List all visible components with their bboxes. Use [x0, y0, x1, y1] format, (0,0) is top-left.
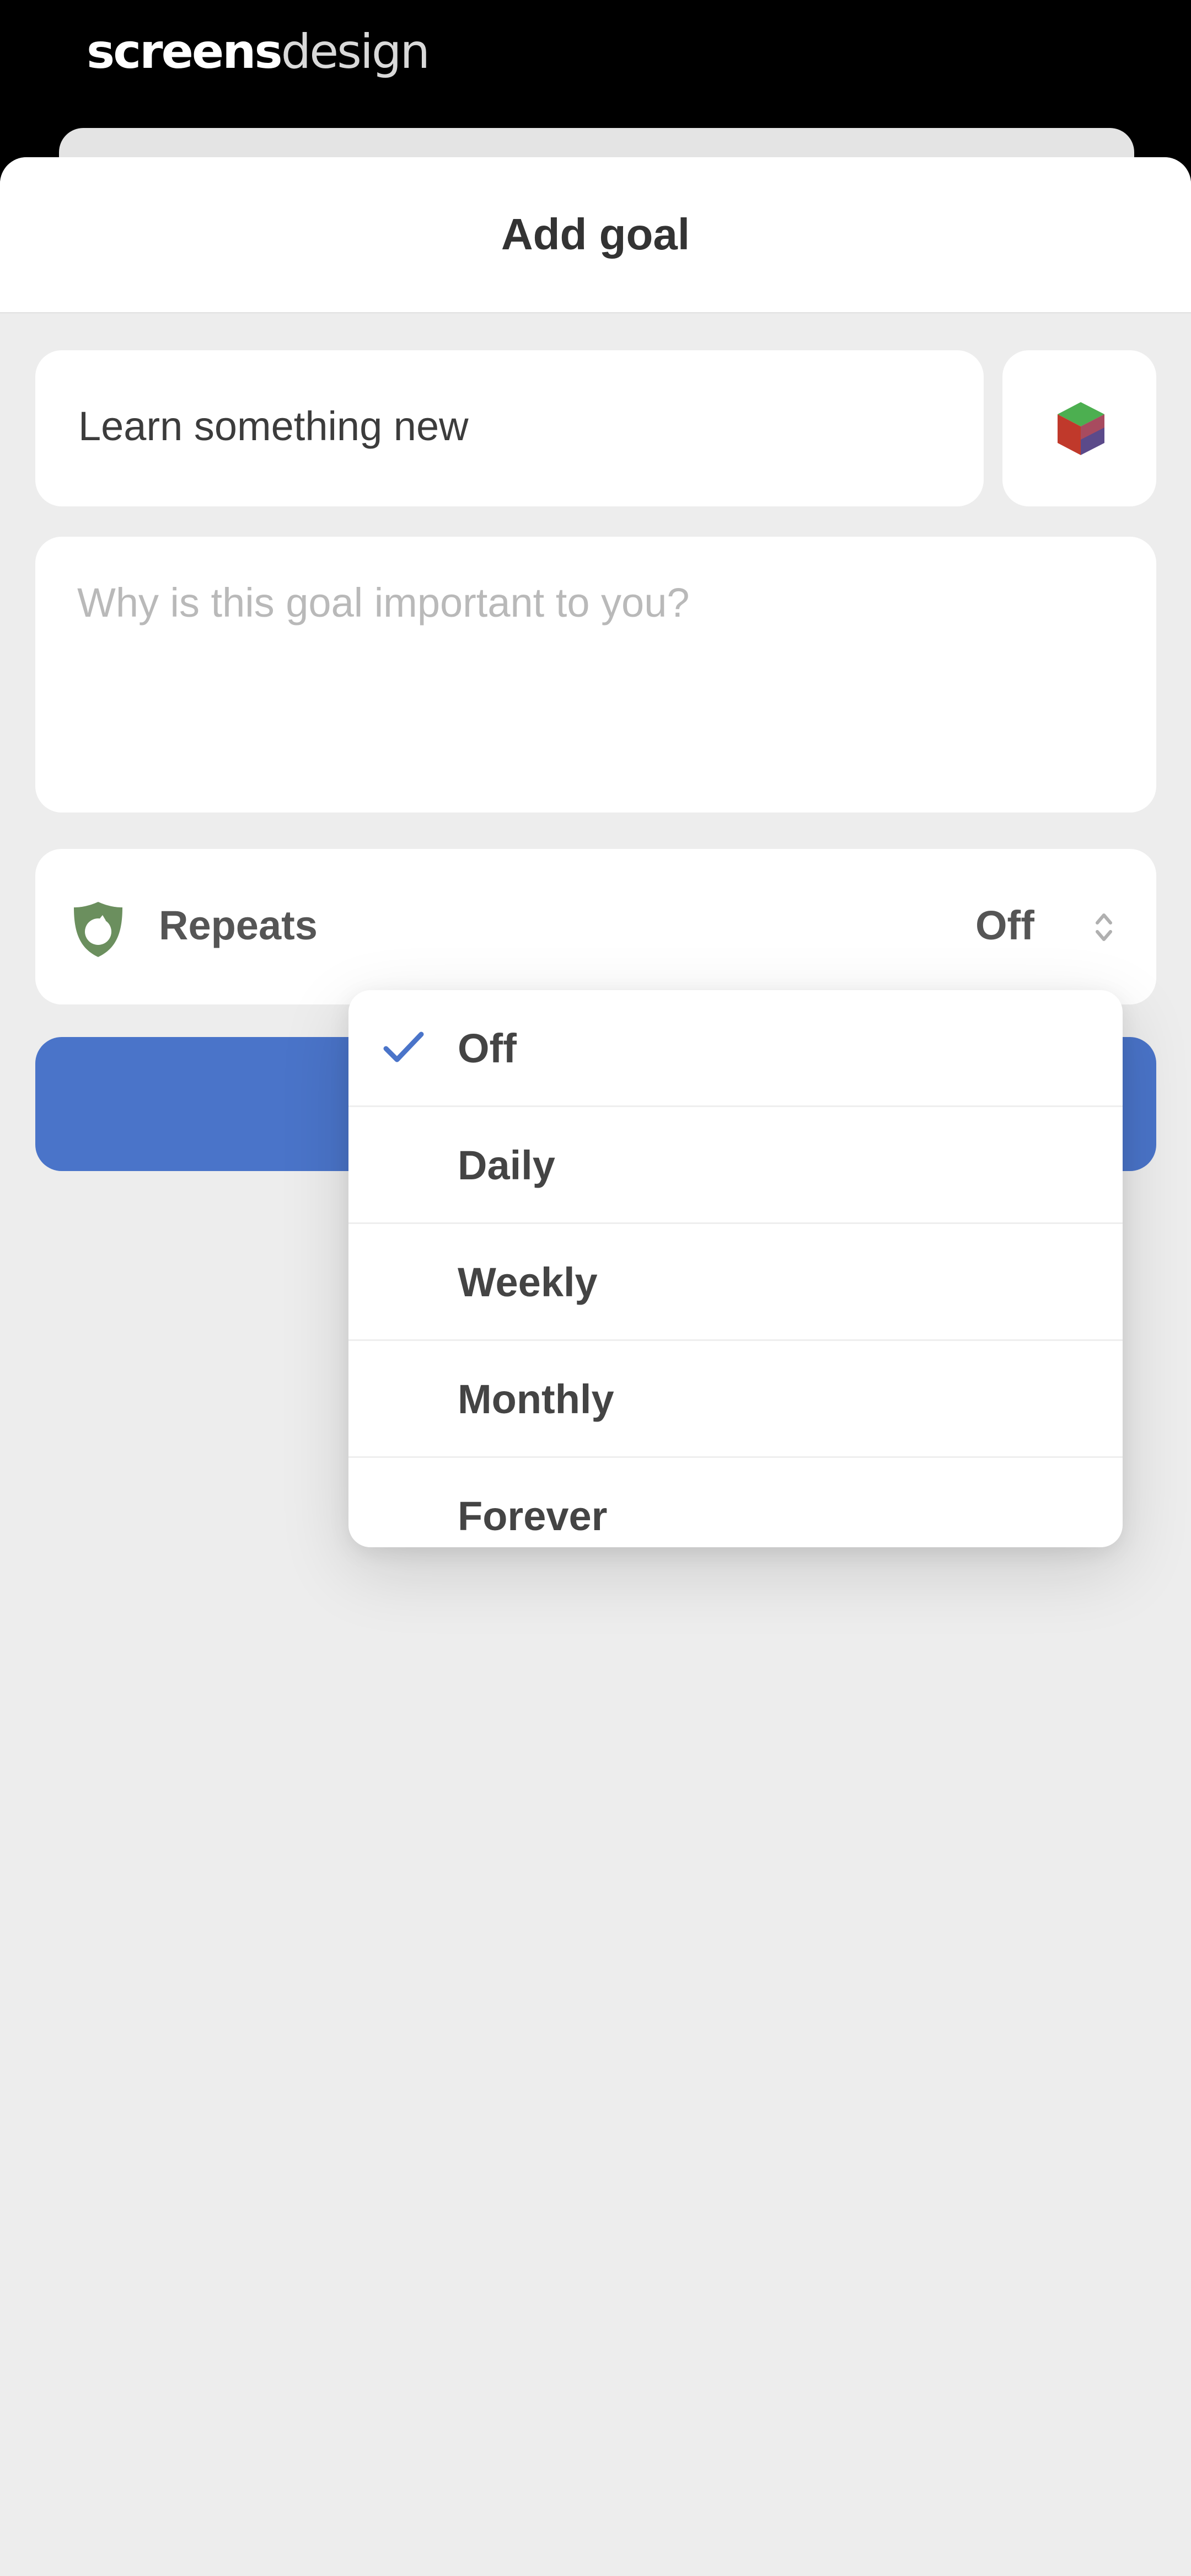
repeats-value: Off: [975, 902, 1034, 948]
goal-name-value: Learn something new: [78, 403, 469, 449]
dropdown-option-label: Forever: [458, 1493, 608, 1539]
goal-name-field[interactable]: Learn something new: [35, 350, 984, 506]
repeats-row[interactable]: Repeats Off: [35, 849, 1156, 1004]
why-important-input[interactable]: [77, 575, 1097, 774]
repeats-dropdown-menu: Off Daily Weekly Monthly Forever: [348, 990, 1123, 1547]
watermark-logo: screensdesign: [87, 24, 430, 79]
watermark-strong: screens: [87, 24, 283, 79]
dropdown-option-label: Daily: [458, 1142, 555, 1188]
dropdown-option-label: Weekly: [458, 1259, 598, 1305]
emoji-picker-button[interactable]: [1002, 350, 1156, 506]
dropdown-option-weekly[interactable]: Weekly: [348, 1224, 1123, 1341]
dropdown-option-label: Off: [458, 1025, 517, 1071]
screen: screensdesign Add goal Learn something n…: [0, 0, 1191, 2576]
checkmark-icon: [383, 1032, 424, 1062]
dropdown-option-off[interactable]: Off: [348, 990, 1123, 1107]
watermark-light: design: [281, 24, 430, 79]
dropdown-option-daily[interactable]: Daily: [348, 1107, 1123, 1224]
dropdown-option-forever[interactable]: Forever: [348, 1458, 1123, 1547]
why-important-card: [35, 537, 1156, 813]
sheet-header: Add goal: [0, 157, 1191, 313]
dropdown-option-label: Monthly: [458, 1376, 614, 1422]
chevron-up-down-icon: [1096, 913, 1112, 941]
repeat-shield-icon: [74, 902, 122, 957]
repeats-label: Repeats: [159, 902, 318, 948]
sheet-title: Add goal: [501, 210, 690, 259]
dropdown-option-monthly[interactable]: Monthly: [348, 1341, 1123, 1458]
cube-emoji-icon: [1058, 402, 1104, 455]
